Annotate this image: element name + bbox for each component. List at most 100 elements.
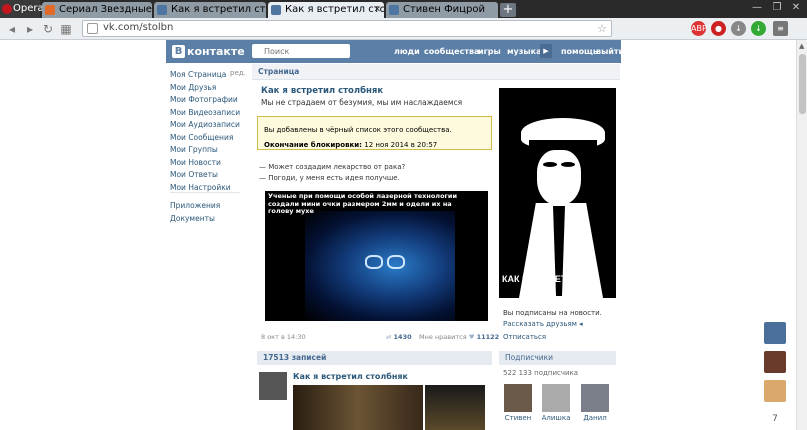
chat-avatar-2[interactable]	[764, 351, 786, 373]
cover-title-horizontal: КАК Я ВСТРЕТИЛ	[502, 274, 580, 284]
tab-4[interactable]: Стивен Фицрой	[386, 2, 498, 18]
breadcrumb: Страница	[252, 64, 620, 80]
reload-icon[interactable]: ↻	[40, 21, 56, 37]
member-3[interactable]: Данил	[580, 384, 610, 422]
vk-header: Вконтакте люди сообщества игры музыка ▶ …	[0, 40, 796, 63]
opera-menu-button[interactable]: Opera	[0, 0, 44, 18]
post-line-1: — Может создадим лекарство от рака?	[259, 163, 406, 171]
member-name: Алишка	[541, 414, 571, 422]
notice-end-label: Окончание блокировки:	[264, 141, 362, 149]
eye-shadow	[561, 162, 575, 167]
like-count: 11122	[476, 333, 500, 341]
play-icon[interactable]: ▶	[540, 44, 552, 58]
stop-icon[interactable]: ●	[711, 21, 726, 36]
url-field[interactable]: vk.com/stolbn ☆	[82, 20, 612, 37]
post2-author[interactable]: Как я встретил столбняк	[293, 372, 408, 381]
nav-people[interactable]: люди	[394, 40, 420, 63]
tab-2[interactable]: Как я встретил столбняк	[154, 2, 266, 18]
nav-communities[interactable]: сообщества	[424, 40, 479, 63]
url-text: vk.com/stolbn	[103, 22, 174, 33]
repost-icon: ⇄	[386, 333, 392, 341]
post2-image-small[interactable]	[425, 385, 485, 430]
notice-end-line: Окончание блокировки: 12 ноя 2014 в 20:5…	[264, 138, 485, 153]
page-scrollbar[interactable]: ▲	[796, 40, 807, 430]
menu-news[interactable]: Мои Новости	[170, 157, 250, 170]
minimize-icon[interactable]: —	[748, 2, 766, 14]
member-name: Данил	[583, 414, 607, 422]
tab-label: Сериал Звездные врата:	[59, 4, 152, 15]
tab-label: Как я встретил столбняк	[171, 4, 266, 15]
vk-logo[interactable]: Вконтакте	[172, 44, 245, 60]
vk-logo-letter: В	[172, 45, 185, 58]
repost-counter[interactable]: ⇄ 1430	[386, 333, 412, 341]
new-tab-button[interactable]: +	[500, 3, 516, 17]
search-input[interactable]	[252, 44, 350, 58]
menu-groups[interactable]: Мои Группы	[170, 144, 250, 157]
tab-label: Стивен Фицрой	[403, 4, 485, 15]
tab-label: Как я встретил столбняк	[285, 4, 384, 15]
chat-count-badge[interactable]: 7	[764, 408, 786, 430]
menu-apps[interactable]: Приложения	[170, 200, 250, 213]
maximize-icon[interactable]: ❐	[768, 2, 786, 14]
unsubscribe-link[interactable]: Отписаться	[503, 333, 546, 341]
post-date[interactable]: 8 окт в 14:30	[261, 333, 306, 341]
chat-avatar-1[interactable]	[764, 322, 786, 344]
notice-end-value: 12 ноя 2014 в 20:57	[364, 141, 438, 149]
glasses-lens	[387, 255, 405, 269]
menu-photos[interactable]: Мои Фотографии	[170, 94, 250, 107]
menu-edit-link[interactable]: ред.	[230, 69, 246, 77]
close-window-icon[interactable]: ✕	[787, 2, 805, 14]
favicon-icon	[45, 5, 55, 15]
page-info-icon[interactable]	[87, 23, 98, 34]
subscribers-count: 522 133 подписчика	[503, 369, 579, 377]
menu-documents[interactable]: Документы	[170, 213, 250, 226]
menu-audio[interactable]: Мои Аудиозаписи	[170, 119, 250, 132]
avatar	[504, 384, 532, 412]
nav-help[interactable]: помощь	[561, 40, 598, 63]
opera-label: Opera	[13, 3, 44, 14]
member-1[interactable]: Стивен	[503, 384, 533, 422]
speed-dial-icon[interactable]: ▦	[58, 21, 74, 37]
menu-videos[interactable]: Мои Видеозаписи	[170, 107, 250, 120]
adblock-icon[interactable]: ABP	[691, 21, 707, 36]
avatar	[542, 384, 570, 412]
like-label: Мне нравится	[419, 333, 467, 341]
repost-count: 1430	[393, 333, 412, 341]
nav-logout[interactable]: выйти	[596, 40, 624, 63]
member-2[interactable]: Алишка	[541, 384, 571, 422]
scrollbar-thumb[interactable]	[799, 54, 806, 114]
download-green-icon[interactable]: ↓	[751, 21, 766, 36]
bookmark-star-icon[interactable]: ☆	[597, 22, 607, 35]
nav-music[interactable]: музыка	[507, 40, 541, 63]
posts-count-bar[interactable]: 17513 записей	[257, 351, 492, 365]
close-tab-icon[interactable]: ✕	[373, 2, 381, 18]
avatar	[581, 384, 609, 412]
scroll-up-icon[interactable]: ▲	[799, 42, 804, 50]
like-button[interactable]: Мне нравится ♥ 11122	[419, 333, 499, 341]
hat-band	[529, 140, 597, 150]
post2-avatar[interactable]	[259, 372, 287, 400]
notice-text: Вы добавлены в чёрный список этого сообщ…	[264, 126, 452, 134]
back-arrow-icon[interactable]: ◂	[4, 21, 20, 37]
tab-1[interactable]: Сериал Звездные врата:	[42, 2, 152, 18]
menu-messages[interactable]: Мои Сообщения	[170, 132, 250, 145]
post-image[interactable]: Ученые при помощи особой лазерной технол…	[265, 191, 488, 321]
post2-image[interactable]	[293, 385, 423, 430]
left-menu: Моя Страница Мои Друзья Мои Фотографии М…	[170, 69, 250, 225]
eye-shadow	[543, 162, 557, 167]
subscribers-header[interactable]: Подписчики	[499, 351, 616, 365]
download-icon[interactable]: ↓	[731, 21, 746, 36]
chat-avatar-3[interactable]	[764, 380, 786, 402]
menu-icon[interactable]: ≡	[773, 21, 788, 36]
address-toolbar: ◂ ▸ ↻ ▦ vk.com/stolbn ☆ ABP ● ↓ ↓ ≡	[0, 18, 807, 40]
nav-games[interactable]: игры	[478, 40, 501, 63]
tell-friends-link[interactable]: Рассказать друзьям ◂	[503, 320, 583, 328]
cover-title-vertical: СТОЛБНЯК	[575, 202, 586, 258]
opera-logo-icon	[2, 4, 12, 14]
group-cover-image: КАК Я ВСТРЕТИЛ СТОЛБНЯК	[499, 88, 616, 298]
menu-answers[interactable]: Мои Ответы	[170, 169, 250, 182]
menu-friends[interactable]: Мои Друзья	[170, 82, 250, 95]
tab-3-active[interactable]: Как я встретил столбняк✕	[268, 2, 384, 18]
post-line-2: — Погоди, у меня есть идея получше.	[259, 174, 400, 182]
forward-arrow-icon[interactable]: ▸	[22, 21, 38, 37]
